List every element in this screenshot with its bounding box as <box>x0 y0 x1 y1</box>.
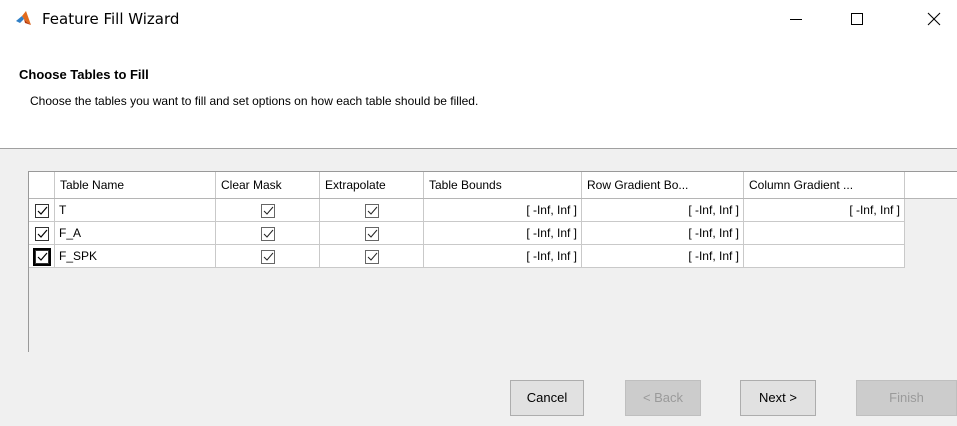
back-button[interactable]: < Back <box>625 380 701 416</box>
feature-fill-wizard-window: Feature Fill Wizard Choose Tables to Fil… <box>0 0 957 426</box>
column-header-clear-mask[interactable]: Clear Mask <box>216 172 320 198</box>
checkmark-icon <box>367 206 377 215</box>
cancel-button[interactable]: Cancel <box>510 380 584 416</box>
clear-mask-cell <box>216 199 320 222</box>
page-title: Choose Tables to Fill <box>19 67 149 82</box>
row-select-checkbox[interactable] <box>34 203 49 218</box>
checkmark-icon <box>367 252 377 261</box>
wizard-header: Choose Tables to Fill Choose the tables … <box>0 38 957 149</box>
checkmark-icon <box>263 229 273 238</box>
clear-mask-checkbox[interactable] <box>260 226 275 241</box>
column-gradient-cell[interactable] <box>744 245 905 268</box>
close-icon <box>927 12 941 26</box>
column-header-column-gradient[interactable]: Column Gradient ... <box>744 172 905 198</box>
table-bounds-cell[interactable]: [ -Inf, Inf ] <box>424 199 582 222</box>
clear-mask-cell <box>216 245 320 268</box>
clear-mask-checkbox[interactable] <box>260 249 275 264</box>
title-bar: Feature Fill Wizard <box>0 0 957 38</box>
clear-mask-checkbox[interactable] <box>260 203 275 218</box>
close-button[interactable] <box>911 0 957 38</box>
table-row[interactable]: F_SPK [ -Inf, Inf ] [ -Inf, Inf ] <box>29 245 905 268</box>
checkmark-icon <box>263 252 273 261</box>
page-description: Choose the tables you want to fill and s… <box>30 94 479 108</box>
checkmark-icon <box>37 206 47 215</box>
extrapolate-cell <box>320 222 424 245</box>
checkmark-icon <box>263 206 273 215</box>
extrapolate-checkbox[interactable] <box>364 226 379 241</box>
column-gradient-cell[interactable]: [ -Inf, Inf ] <box>744 199 905 222</box>
table-row[interactable]: F_A [ -Inf, Inf ] [ -Inf, Inf ] <box>29 222 905 245</box>
checkmark-icon <box>367 229 377 238</box>
column-gradient-cell[interactable] <box>744 222 905 245</box>
row-gradient-cell[interactable]: [ -Inf, Inf ] <box>582 245 744 268</box>
matlab-icon <box>15 10 33 28</box>
row-select-cell <box>29 245 55 268</box>
table-header-row: Table Name Clear Mask Extrapolate Table … <box>29 172 957 199</box>
table-bounds-cell[interactable]: [ -Inf, Inf ] <box>424 245 582 268</box>
column-header-select[interactable] <box>29 172 55 198</box>
minimize-button[interactable] <box>773 0 819 38</box>
wizard-body: Table Name Clear Mask Extrapolate Table … <box>0 149 957 426</box>
table-name-cell: F_SPK <box>55 245 216 268</box>
row-select-cell <box>29 199 55 222</box>
column-header-table-name[interactable]: Table Name <box>55 172 216 198</box>
clear-mask-cell <box>216 222 320 245</box>
table-name-cell: F_A <box>55 222 216 245</box>
minimize-icon <box>790 19 802 20</box>
row-select-checkbox[interactable] <box>32 247 51 266</box>
next-button[interactable]: Next > <box>740 380 816 416</box>
row-select-checkbox[interactable] <box>34 226 49 241</box>
extrapolate-cell <box>320 245 424 268</box>
table-name-cell: T <box>55 199 216 222</box>
checkmark-icon <box>37 252 47 261</box>
tables-table: Table Name Clear Mask Extrapolate Table … <box>28 171 957 352</box>
extrapolate-checkbox[interactable] <box>364 203 379 218</box>
row-gradient-cell[interactable]: [ -Inf, Inf ] <box>582 199 744 222</box>
extrapolate-checkbox[interactable] <box>364 249 379 264</box>
row-select-cell <box>29 222 55 245</box>
column-header-row-gradient[interactable]: Row Gradient Bo... <box>582 172 744 198</box>
finish-button[interactable]: Finish <box>856 380 957 416</box>
checkmark-icon <box>37 229 47 238</box>
window-title: Feature Fill Wizard <box>42 10 180 28</box>
extrapolate-cell <box>320 199 424 222</box>
table-bounds-cell[interactable]: [ -Inf, Inf ] <box>424 222 582 245</box>
maximize-icon <box>851 13 863 25</box>
maximize-button[interactable] <box>834 0 880 38</box>
table-row[interactable]: T [ -Inf, Inf ] [ -Inf, Inf ] [ -Inf, In… <box>29 199 905 222</box>
column-header-table-bounds[interactable]: Table Bounds <box>424 172 582 198</box>
column-header-extrapolate[interactable]: Extrapolate <box>320 172 424 198</box>
row-gradient-cell[interactable]: [ -Inf, Inf ] <box>582 222 744 245</box>
